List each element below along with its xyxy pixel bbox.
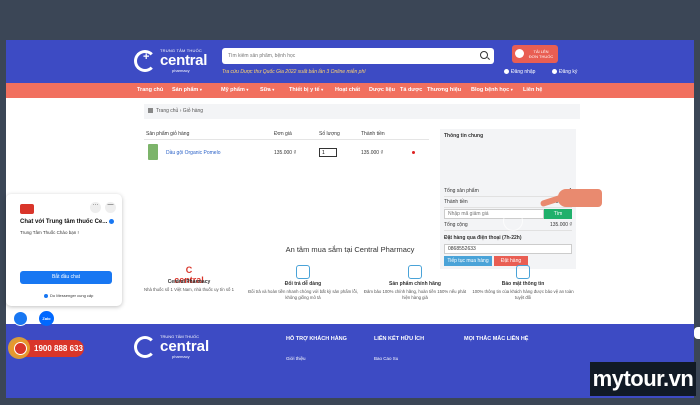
footer-col-links: LIÊN KẾT HỮU ÍCH: [374, 336, 425, 342]
shield-lock-icon: [516, 265, 530, 279]
chevron-down-icon: ▾: [321, 87, 324, 92]
home-icon[interactable]: [148, 108, 153, 113]
side-chat-bubble[interactable]: [694, 327, 700, 339]
main-nav: Trang chủ Sản phẩm ▾ Mỹ phẩm ▾ Sữa ▾ Thi…: [6, 83, 694, 98]
remove-item-icon[interactable]: [412, 151, 415, 154]
login-link[interactable]: Đăng nhập: [504, 69, 535, 75]
product-thumbnail[interactable]: [148, 144, 158, 160]
nav-medical-devices[interactable]: Thiết bị y tế ▾: [289, 87, 323, 93]
messenger-chat-widget: ··· — Chat với Trung tâm thuốc Ce... Tru…: [6, 194, 122, 306]
feature-central: C central Central Pharmacy Nhà thuốc số …: [144, 265, 234, 292]
feature-genuine: Sản phẩm chính hãng Đảm bảo 100% chính h…: [360, 265, 470, 301]
return-icon: [296, 265, 310, 279]
nav-blog[interactable]: Blog bệnh học ▾: [471, 87, 513, 93]
central-logo-icon: [134, 50, 156, 72]
messenger-icon[interactable]: [13, 311, 28, 326]
footer-link-about[interactable]: Giới thiệu: [286, 356, 305, 361]
shield-check-icon: [408, 265, 422, 279]
col-price: Đơn giá: [274, 131, 292, 137]
central-logo-icon: C central: [174, 265, 204, 285]
nav-brands[interactable]: Thương hiệu: [427, 87, 461, 93]
search-input[interactable]: [228, 50, 468, 62]
avatar: [20, 204, 34, 214]
chat-message: Trung Tâm Thuốc Chào bạn !: [20, 230, 79, 235]
nav-products[interactable]: Sản phẩm ▾: [172, 87, 202, 93]
register-icon: [552, 69, 557, 75]
chevron-down-icon: ▾: [272, 87, 275, 92]
nav-milk[interactable]: Sữa ▾: [260, 87, 274, 93]
prescription-icon: [515, 49, 524, 58]
logo-name: central: [160, 52, 208, 69]
central-logo-icon: [134, 336, 156, 358]
col-total: Thành tiền: [361, 131, 385, 137]
product-line-total: 135.000 ₫: [361, 150, 384, 156]
click-indicator: [503, 211, 523, 231]
footer-link-condom[interactable]: Bao Cao Su: [374, 356, 398, 361]
product-unit-price: 135.000 ₫: [274, 150, 297, 156]
feature-privacy: Bảo mật thông tin 100% thông tin của khá…: [468, 265, 578, 301]
phone-icon: [14, 342, 27, 355]
chevron-down-icon: ▾: [199, 87, 202, 92]
search-box: [222, 48, 494, 64]
apply-voucher-button[interactable]: Tìm: [544, 209, 572, 219]
col-product: Sản phẩm giỏ hàng: [146, 131, 190, 137]
top-background: [0, 0, 700, 40]
upload-prescription-button[interactable]: TẢI LÊN ĐƠN THUỐC: [512, 45, 558, 63]
breadcrumb-text[interactable]: Trang chủ › Giỏ hàng: [156, 108, 203, 114]
nav-active-ingredients[interactable]: Hoạt chất: [335, 87, 360, 93]
minimize-icon[interactable]: —: [105, 202, 116, 213]
breadcrumb: Trang chủ › Giỏ hàng: [144, 104, 580, 119]
nav-home[interactable]: Trang chủ: [137, 87, 163, 93]
footer-col-contact: MỌI THẮC MẮC LIÊN HỆ: [464, 336, 529, 342]
chat-title: Chat với Trung tâm thuốc Ce...: [20, 219, 115, 225]
logo-sub: pharmacy: [172, 68, 190, 73]
nav-contact[interactable]: Liên hệ: [523, 87, 542, 93]
more-options-icon[interactable]: ···: [90, 202, 101, 213]
hotline-number: 1900 888 633: [34, 344, 83, 353]
powered-by: Do Messenger cung cấp: [44, 293, 93, 298]
product-name-link[interactable]: Dầu gội Organic Pomelo: [166, 150, 220, 156]
nav-herbal[interactable]: Dược liệu: [369, 87, 395, 93]
hotline-button[interactable]: 1900 888 633: [8, 337, 84, 359]
table-divider: [144, 139, 429, 140]
footer-logo[interactable]: TRUNG TÂM THUỐC central pharmacy: [134, 332, 214, 362]
feature-returns: Đổi trả dễ dàng Đổi trả và hoàn tiền nha…: [248, 265, 358, 301]
register-link[interactable]: Đăng ký: [552, 69, 577, 75]
start-chat-button[interactable]: Bắt đầu chat: [20, 271, 112, 284]
nav-cosmetics[interactable]: Mỹ phẩm ▾: [221, 87, 248, 93]
user-icon: [504, 69, 509, 75]
promo-link[interactable]: Tra cứu Dược thư Quốc Gia 2022 xuất bản …: [222, 69, 366, 75]
site-header: TRUNG TÂM THUỐC central pharmacy Tra cứu…: [6, 40, 694, 83]
chevron-down-icon: ▾: [246, 87, 249, 92]
watermark-logo: mytour.vn: [590, 362, 696, 396]
upload-line2: ĐƠN THUỐC: [528, 54, 554, 59]
verified-icon: [109, 219, 115, 224]
phone-order-label: Đặt hàng qua điện thoại (7h-22h): [444, 235, 522, 241]
register-label: Đăng ký: [559, 69, 578, 75]
footer-col-support: HỖ TRỢ KHÁCH HÀNG: [286, 336, 347, 342]
voucher-input[interactable]: [444, 209, 544, 219]
nav-excipients[interactable]: Tá dược: [400, 87, 422, 93]
login-label: Đăng nhập: [511, 69, 536, 75]
summary-title: Thông tin chung: [444, 133, 484, 139]
site-logo[interactable]: TRUNG TÂM THUỐC central pharmacy: [134, 46, 214, 76]
quantity-input[interactable]: [319, 148, 337, 157]
search-icon[interactable]: [480, 51, 488, 59]
pointing-hand-icon: [539, 183, 602, 209]
zalo-icon[interactable]: Zalo: [39, 311, 54, 326]
chevron-down-icon: ▾: [510, 87, 513, 92]
col-quantity: Số lượng: [319, 131, 340, 137]
